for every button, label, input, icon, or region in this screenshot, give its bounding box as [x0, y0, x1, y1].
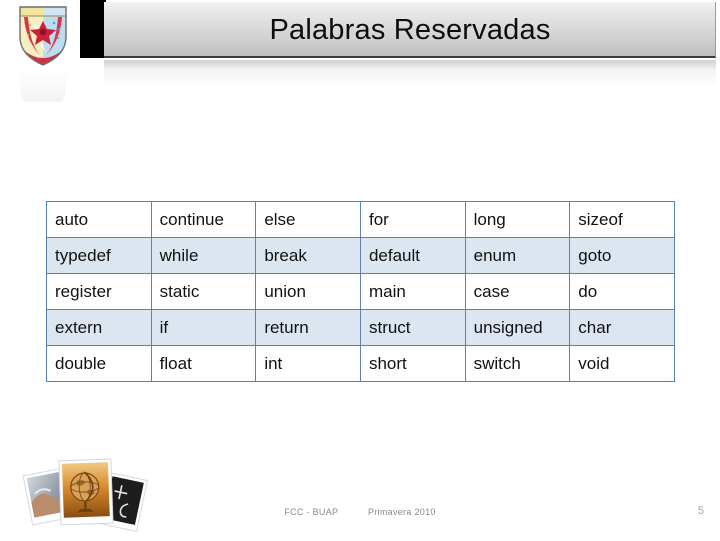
table-row: auto continue else for long sizeof [46, 201, 675, 238]
table-cell: double [46, 345, 152, 382]
table-cell: union [255, 273, 361, 310]
table-cell: struct [359, 309, 466, 346]
buap-crest-logo-icon [14, 3, 72, 69]
table-cell: extern [46, 309, 152, 346]
table-cell: case [464, 273, 571, 310]
table-cell: typedef [46, 237, 152, 274]
footer-right-label: Primavera 2010 [367, 507, 436, 517]
table-cell: sizeof [569, 201, 675, 238]
page-number: 5 [697, 505, 704, 517]
table-cell: return [255, 309, 361, 346]
table-cell: main [359, 273, 466, 310]
table-row: typedef while break default enum goto [46, 237, 675, 274]
table-cell: switch [464, 345, 571, 382]
page-title: Palabras Reservadas [269, 14, 551, 46]
table-cell: unsigned [464, 309, 571, 346]
title-plate-reflection [104, 60, 716, 86]
slide-header: Palabras Reservadas [0, 0, 720, 116]
table-cell: do [569, 273, 675, 310]
table-cell: for [359, 201, 466, 238]
table-cell: auto [46, 201, 152, 238]
table-cell: long [464, 201, 571, 238]
table-cell: register [46, 273, 152, 310]
table-cell: else [255, 201, 361, 238]
table-row: register static union main case do [46, 273, 675, 310]
table-cell: int [255, 345, 361, 382]
footer-text: FCC - BUAP Primavera 2010 [0, 507, 720, 523]
table-cell: continue [150, 201, 257, 238]
table-cell: float [150, 345, 257, 382]
table-cell: break [255, 237, 361, 274]
table-cell: static [150, 273, 257, 310]
table-cell: void [569, 345, 675, 382]
table-cell: char [569, 309, 675, 346]
table-cell: short [359, 345, 466, 382]
table-cell: enum [464, 237, 571, 274]
table-cell: if [150, 309, 257, 346]
table-row: extern if return struct unsigned char [46, 309, 675, 346]
reserved-words-table: auto continue else for long sizeof typed… [46, 201, 675, 382]
slide-canvas: Palabras Reservadas auto continue else f… [0, 0, 720, 540]
title-accent-bar [80, 0, 106, 58]
table-cell: goto [569, 237, 675, 274]
buap-crest-logo-reflection [14, 68, 72, 116]
table-row: double float int short switch void [46, 345, 675, 382]
table-cell: default [359, 237, 466, 274]
footer-left-label: FCC - BUAP [284, 507, 339, 517]
table-cell: while [150, 237, 257, 274]
